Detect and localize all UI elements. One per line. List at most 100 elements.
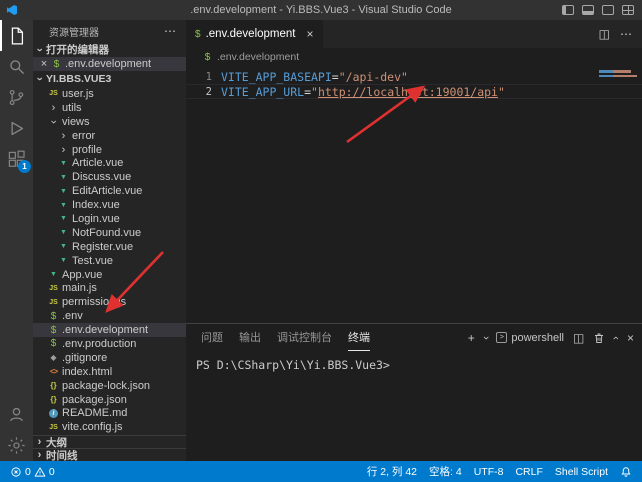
tree-item-error[interactable]: ›error	[33, 129, 186, 143]
terminal-shell-select[interactable]: > powershell	[496, 332, 564, 344]
indentation-status[interactable]: 空格: 4	[429, 464, 462, 479]
tree-item-profile[interactable]: ›profile	[33, 143, 186, 157]
minimap[interactable]	[596, 68, 640, 128]
tree-item-Index.vue[interactable]: ▼Index.vue	[33, 198, 186, 212]
panel-tab-problems[interactable]: 问题	[201, 324, 223, 351]
tree-item-NotFound.vue[interactable]: ▼NotFound.vue	[33, 226, 186, 240]
close-tab-icon[interactable]: ×	[307, 27, 314, 41]
extensions-badge: 1	[18, 160, 31, 173]
open-editor-label: .env.development	[65, 58, 151, 70]
tree-item-package.json[interactable]: {}package.json	[33, 393, 186, 407]
toggle-sidebar-icon[interactable]	[562, 5, 574, 15]
html-file-icon: <>	[47, 367, 60, 376]
explorer-more-actions-icon[interactable]: ⋯	[164, 24, 176, 38]
toggle-secondary-sidebar-icon[interactable]	[602, 5, 614, 15]
tree-item-App.vue[interactable]: ▼App.vue	[33, 268, 186, 282]
notifications-bell-icon[interactable]	[620, 466, 632, 478]
activity-search-icon[interactable]	[0, 51, 33, 82]
file-name: Test.vue	[72, 255, 113, 267]
panel-tab-terminal[interactable]: 终端	[348, 324, 370, 351]
customize-layout-icon[interactable]	[622, 5, 634, 15]
code-token: VITE_APP_URL	[221, 85, 304, 99]
activity-source-control-icon[interactable]	[0, 82, 33, 113]
encoding-status[interactable]: UTF-8	[474, 466, 504, 478]
vue-file-icon: ▼	[57, 257, 70, 264]
env-file-icon: $	[195, 29, 201, 40]
split-terminal-icon[interactable]: ◫	[573, 331, 584, 345]
activity-explorer-icon[interactable]	[0, 20, 33, 51]
tree-item-.gitignore[interactable]: ◆.gitignore	[33, 351, 186, 365]
tree-item-Test.vue[interactable]: ▼Test.vue	[33, 254, 186, 268]
tree-item-Discuss.vue[interactable]: ▼Discuss.vue	[33, 170, 186, 184]
activity-run-debug-icon[interactable]	[0, 113, 33, 144]
tree-item-README.md[interactable]: iREADME.md	[33, 406, 186, 420]
tree-item-permission.js[interactable]: JSpermission.js	[33, 295, 186, 309]
terminal-output[interactable]: PS D:\CSharp\Yi\Yi.BBS.Vue3>	[186, 351, 642, 461]
split-editor-icon[interactable]: ◫	[599, 27, 610, 41]
activity-bar: 1	[0, 20, 33, 461]
chevron-right-icon: ›	[57, 130, 70, 142]
tree-item-.env.development[interactable]: $.env.development	[33, 323, 186, 337]
editor-more-actions-icon[interactable]: ⋯	[620, 27, 632, 41]
code-editor[interactable]: 1VITE_APP_BASEAPI="/api-dev"2VITE_APP_UR…	[186, 66, 642, 323]
tree-item-main.js[interactable]: JSmain.js	[33, 281, 186, 295]
env-file-icon: $	[47, 325, 60, 336]
tree-item-EditArticle.vue[interactable]: ▼EditArticle.vue	[33, 184, 186, 198]
breadcrumb-item: .env.development	[217, 51, 299, 63]
vue-file-icon: ▼	[57, 174, 70, 181]
vue-file-icon: ▼	[57, 202, 70, 209]
code-line-2[interactable]: 2VITE_APP_URL="http://localhost:19001/ap…	[186, 84, 642, 99]
tree-item-.env.production[interactable]: $.env.production	[33, 337, 186, 351]
project-name: YI.BBS.VUE3	[46, 73, 111, 85]
language-mode-status[interactable]: Shell Script	[555, 466, 608, 478]
file-name: NotFound.vue	[72, 227, 141, 239]
kill-terminal-icon[interactable]	[593, 332, 605, 344]
tree-item-Login.vue[interactable]: ▼Login.vue	[33, 212, 186, 226]
env-file-icon: $	[201, 52, 214, 63]
code-line-1[interactable]: 1VITE_APP_BASEAPI="/api-dev"	[186, 69, 642, 84]
eol-status[interactable]: CRLF	[515, 466, 542, 478]
panel-tab-output[interactable]: 输出	[239, 324, 261, 351]
tree-item-package-lock.json[interactable]: {}package-lock.json	[33, 379, 186, 393]
outline-section[interactable]: › 大纲	[33, 435, 186, 448]
tree-item-utils[interactable]: ›utils	[33, 101, 186, 115]
panel-tab-debug-console[interactable]: 调试控制台	[277, 324, 332, 351]
tree-item-Register.vue[interactable]: ▼Register.vue	[33, 240, 186, 254]
breadcrumb[interactable]: $ .env.development	[186, 48, 642, 66]
file-name: package.json	[62, 394, 127, 406]
activity-settings-gear-icon[interactable]	[0, 430, 33, 461]
terminal-profiles-chevron-icon[interactable]: ›	[480, 336, 492, 340]
close-panel-icon[interactable]: ×	[627, 331, 634, 345]
activity-account-icon[interactable]	[0, 399, 33, 430]
open-editors-section[interactable]: › 打开的编辑器	[33, 42, 186, 57]
window-title: .env.development - Yi.BBS.Vue3 - Visual …	[190, 4, 452, 16]
project-section[interactable]: › YI.BBS.VUE3	[33, 71, 186, 87]
env-file-icon: $	[47, 311, 60, 322]
open-editor-.env.development[interactable]: ×$.env.development	[33, 57, 186, 71]
layout-controls	[562, 0, 634, 20]
tree-item-index.html[interactable]: <>index.html	[33, 365, 186, 379]
chevron-right-icon: ›	[33, 449, 46, 461]
code-token: "	[311, 85, 318, 99]
tab-env-development[interactable]: $ .env.development ×	[186, 20, 323, 48]
file-name: package-lock.json	[62, 380, 150, 392]
new-terminal-icon[interactable]: +	[468, 331, 475, 345]
tree-item-vite.config.js[interactable]: JSvite.config.js	[33, 420, 186, 434]
cursor-position-status[interactable]: 行 2, 列 42	[367, 464, 417, 479]
error-icon	[10, 466, 22, 478]
tree-item-views[interactable]: ›views	[33, 115, 186, 129]
close-editor-icon[interactable]: ×	[38, 58, 50, 70]
tree-item-Article.vue[interactable]: ▼Article.vue	[33, 156, 186, 170]
vue-file-icon: ▼	[47, 271, 60, 278]
terminal-prompt: PS D:\CSharp\Yi\Yi.BBS.Vue3>	[196, 358, 390, 372]
minimap-line	[599, 75, 637, 78]
maximize-panel-icon[interactable]: ›	[610, 336, 622, 340]
file-name: main.js	[62, 282, 97, 294]
toggle-panel-icon[interactable]	[582, 5, 594, 15]
chevron-right-icon: ›	[57, 144, 70, 156]
tree-item-.env[interactable]: $.env	[33, 309, 186, 323]
tree-item-user.js[interactable]: JSuser.js	[33, 87, 186, 101]
activity-extensions-icon[interactable]: 1	[0, 144, 33, 175]
problems-status[interactable]: 0 0	[10, 466, 55, 478]
timeline-section[interactable]: › 时间线	[33, 448, 186, 461]
